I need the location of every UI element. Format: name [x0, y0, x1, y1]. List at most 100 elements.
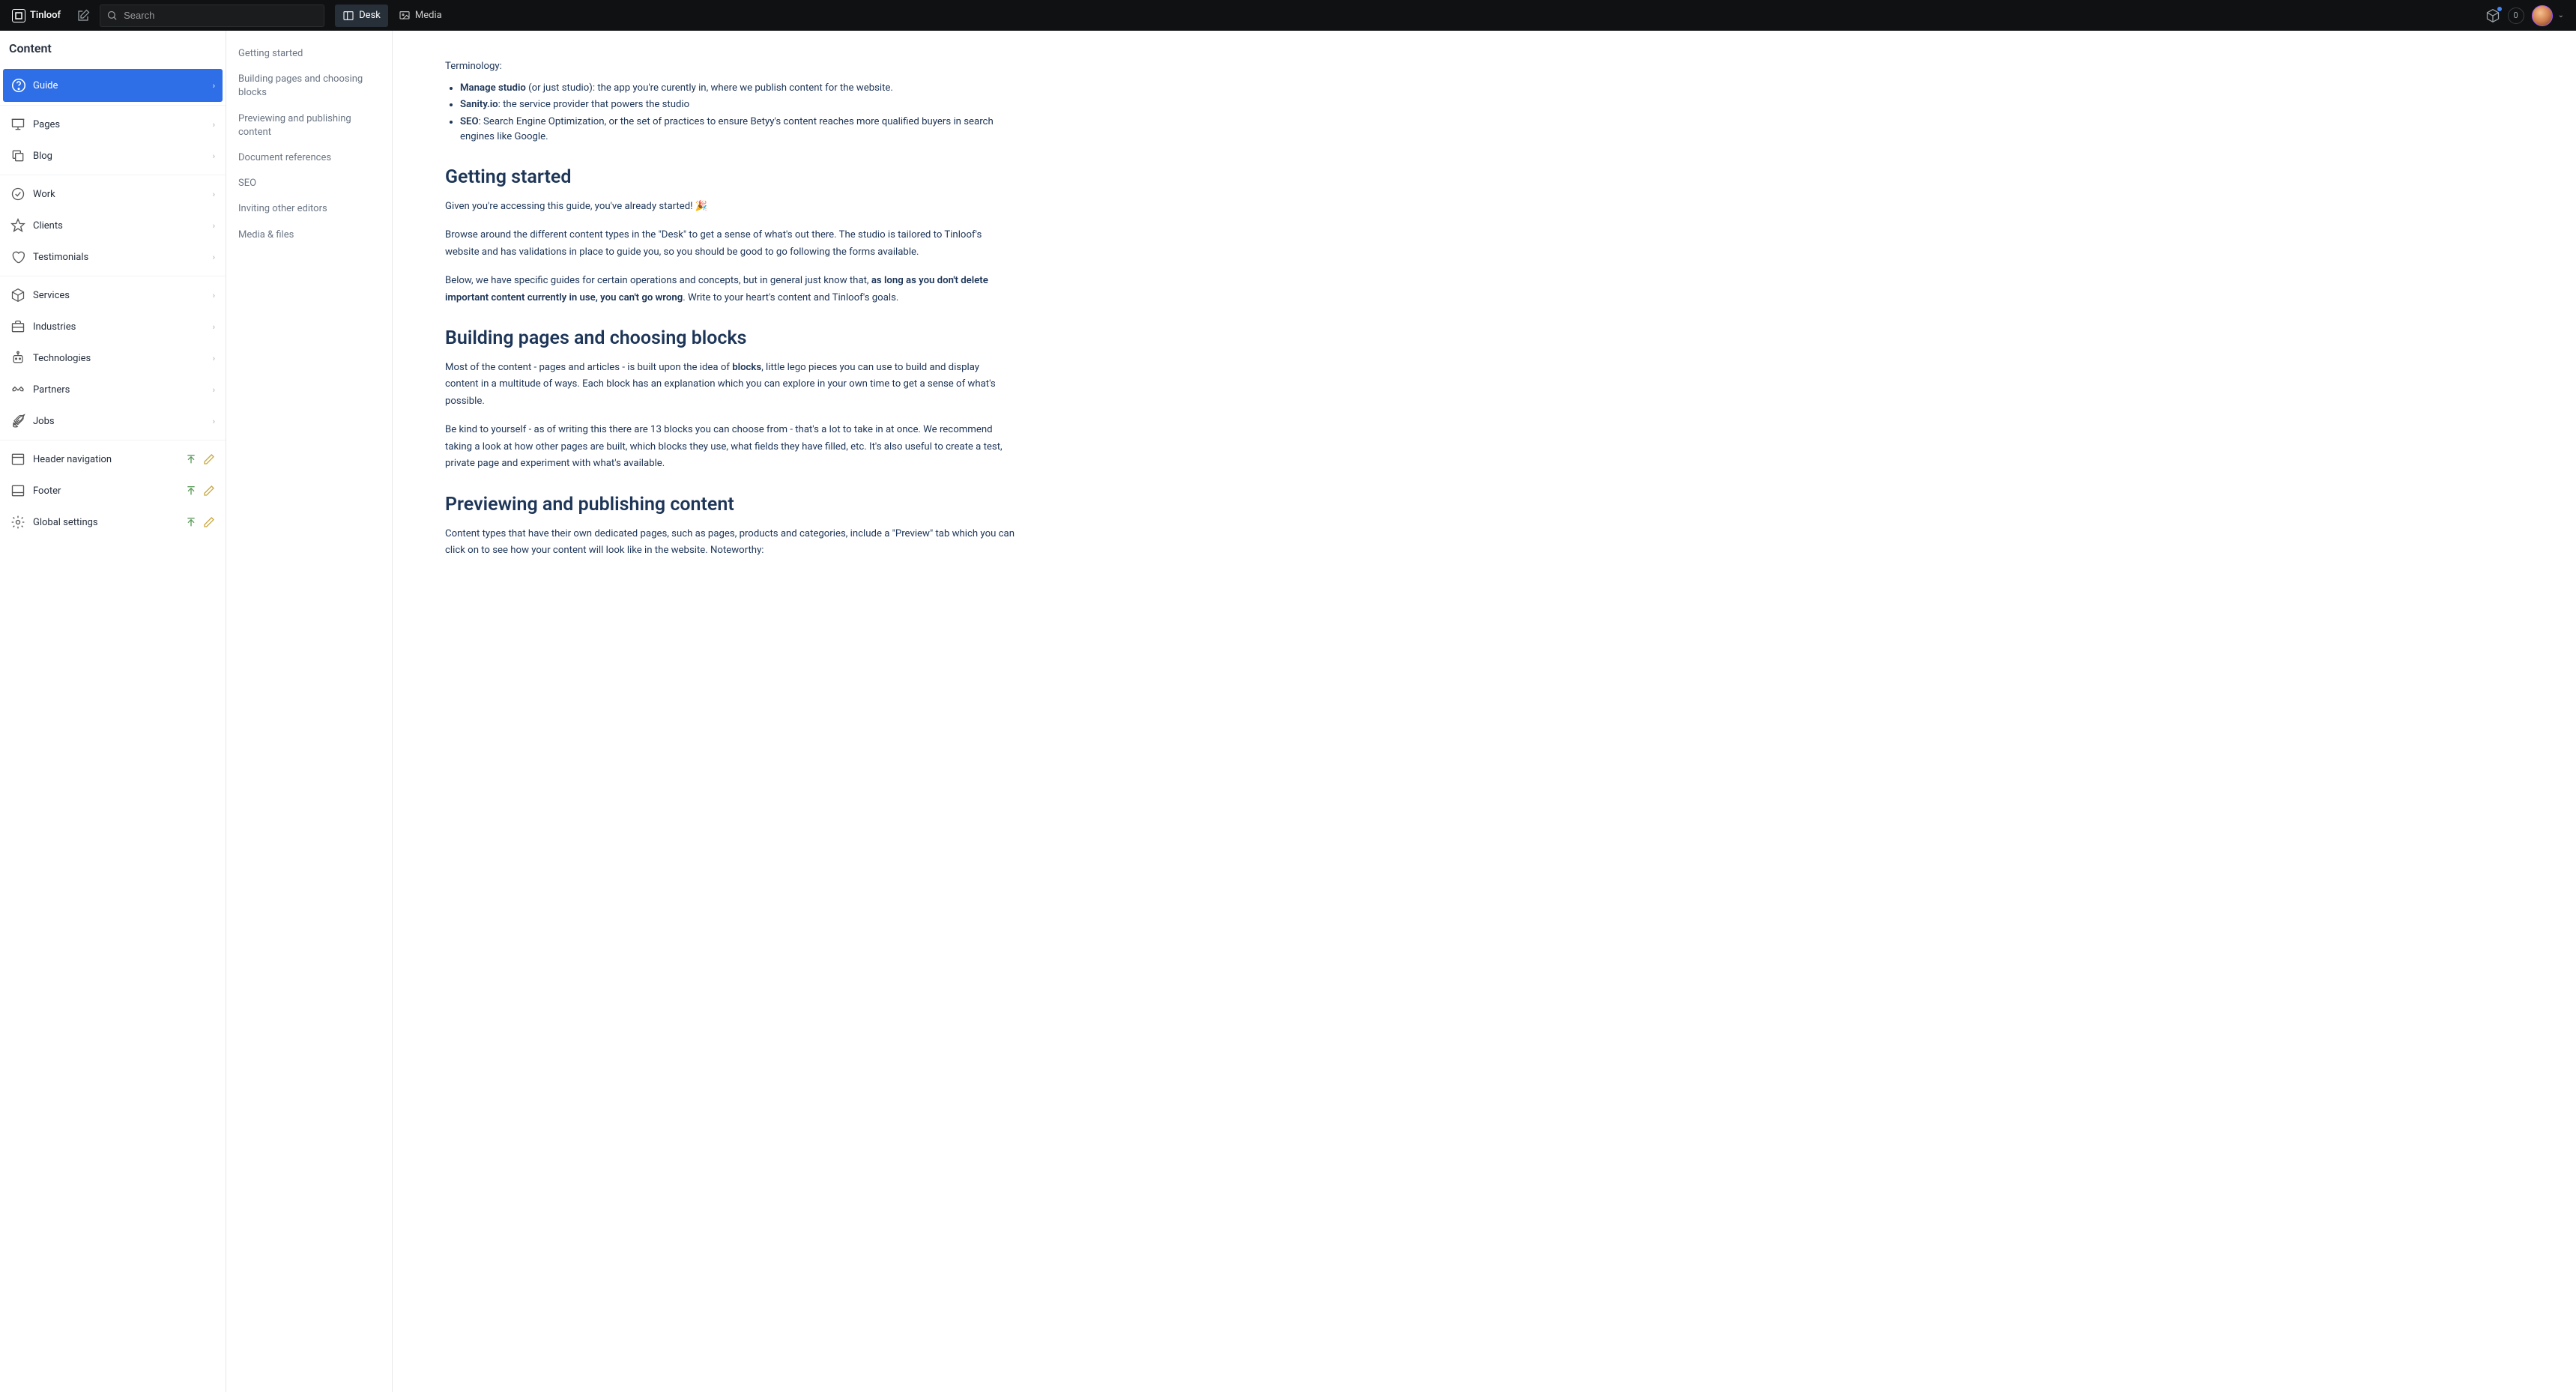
topbar: Tinloof Desk Media 0 ⌄	[0, 0, 2576, 31]
sidebar-item-label: Blog	[33, 151, 213, 162]
sidebar-item-partners[interactable]: Partners›	[3, 374, 223, 405]
sidebar-item-work[interactable]: Work›	[3, 178, 223, 210]
handshake-icon	[10, 382, 33, 397]
toc-item[interactable]: SEO	[234, 171, 384, 196]
help-circle-icon	[10, 77, 33, 94]
package-status-icon[interactable]	[2485, 8, 2500, 23]
presentation-icon	[10, 117, 33, 132]
paragraph: Below, we have specific guides for certa…	[445, 273, 1015, 306]
publish-icon[interactable]	[185, 453, 197, 465]
nav-desk-label: Desk	[359, 10, 381, 21]
media-icon	[399, 10, 411, 22]
robot-icon	[10, 351, 33, 366]
top-nav: Desk Media	[335, 4, 450, 27]
guide-toc: Getting startedBuilding pages and choosi…	[226, 31, 393, 1392]
sidebar-item-services[interactable]: Services›	[3, 279, 223, 311]
sidebar-item-label: Guide	[33, 80, 213, 91]
sidebar-item-label: Testimonials	[33, 252, 213, 263]
search-input[interactable]	[124, 10, 318, 21]
check-circle-icon	[10, 187, 33, 202]
edit-icon[interactable]	[203, 516, 215, 528]
chevron-right-icon: ›	[213, 151, 215, 161]
heart-icon	[10, 249, 33, 264]
toc-item[interactable]: Inviting other editors	[234, 196, 384, 222]
copy-icon	[10, 148, 33, 163]
sidebar-item-label: Header navigation	[33, 454, 185, 465]
user-avatar[interactable]	[2532, 5, 2553, 26]
layout-bottom-icon	[10, 483, 33, 498]
search-box[interactable]	[100, 4, 324, 27]
sidebar-item-label: Industries	[33, 321, 213, 333]
heading-getting-started: Getting started	[445, 166, 1015, 188]
sidebar-item-label: Pages	[33, 119, 213, 130]
sidebar-item-label: Jobs	[33, 416, 213, 427]
sidebar-item-header-nav[interactable]: Header navigation	[3, 444, 223, 475]
sidebar-item-jobs[interactable]: Jobs›	[3, 405, 223, 437]
paragraph: Most of the content - pages and articles…	[445, 360, 1015, 410]
chevron-right-icon: ›	[213, 221, 215, 231]
brand-logo[interactable]: Tinloof	[6, 9, 67, 22]
heading-previewing: Previewing and publishing content	[445, 494, 1015, 515]
sidebar-item-industries[interactable]: Industries›	[3, 311, 223, 342]
terminology-item: Manage studio (or just studio): the app …	[460, 81, 1015, 96]
briefcase-icon	[10, 319, 33, 334]
paragraph: Browse around the different content type…	[445, 227, 1015, 261]
toc-item[interactable]: Document references	[234, 145, 384, 171]
chevron-right-icon: ›	[213, 354, 215, 363]
sidebar-item-label: Work	[33, 189, 213, 200]
sidebar-item-testimonials[interactable]: Testimonials›	[3, 241, 223, 273]
sidebar-item-label: Services	[33, 290, 213, 301]
sidebar-item-technologies[interactable]: Technologies›	[3, 342, 223, 374]
chevron-right-icon: ›	[213, 417, 215, 426]
toc-item[interactable]: Building pages and choosing blocks	[234, 67, 384, 106]
terminology-label: Terminology:	[445, 61, 1015, 72]
notification-dot	[2497, 7, 2502, 11]
sidebar-item-clients[interactable]: Clients›	[3, 210, 223, 241]
count-badge[interactable]: 0	[2508, 7, 2524, 24]
compose-button[interactable]	[71, 4, 95, 28]
sidebar-title: Content	[0, 31, 226, 66]
content-sidebar: Content Guide›Pages›Blog›Work›Clients›Te…	[0, 31, 226, 1392]
nav-media-label: Media	[415, 10, 442, 21]
chevron-right-icon: ›	[213, 322, 215, 332]
brand-name: Tinloof	[30, 10, 61, 21]
chevron-right-icon: ›	[213, 81, 215, 91]
avatar-chevron-icon[interactable]: ⌄	[2558, 11, 2564, 19]
topbar-right: 0 ⌄	[2485, 5, 2570, 26]
sidebar-item-label: Technologies	[33, 353, 213, 364]
sidebar-item-pages[interactable]: Pages›	[3, 109, 223, 140]
edit-icon[interactable]	[203, 453, 215, 465]
toc-item[interactable]: Previewing and publishing content	[234, 106, 384, 145]
sidebar-item-footer[interactable]: Footer	[3, 475, 223, 506]
paragraph: Given you're accessing this guide, you'v…	[445, 199, 1015, 215]
toc-item[interactable]: Getting started	[234, 41, 384, 67]
edit-icon[interactable]	[203, 485, 215, 497]
package-icon	[10, 288, 33, 303]
star-icon	[10, 218, 33, 233]
publish-icon[interactable]	[185, 516, 197, 528]
sidebar-item-label: Footer	[33, 485, 185, 497]
sidebar-item-label: Clients	[33, 220, 213, 232]
chevron-right-icon: ›	[213, 385, 215, 395]
paragraph: Content types that have their own dedica…	[445, 526, 1015, 560]
chevron-right-icon: ›	[213, 190, 215, 199]
toc-item[interactable]: Media & files	[234, 223, 384, 248]
nav-desk[interactable]: Desk	[335, 4, 388, 27]
layout-top-icon	[10, 452, 33, 467]
chevron-right-icon: ›	[213, 291, 215, 300]
sidebar-item-guide[interactable]: Guide›	[3, 69, 223, 102]
search-icon	[106, 10, 118, 21]
sidebar-item-blog[interactable]: Blog›	[3, 140, 223, 172]
terminology-list: Manage studio (or just studio): the app …	[445, 81, 1015, 145]
sidebar-item-global-settings[interactable]: Global settings	[3, 506, 223, 538]
gear-icon	[10, 515, 33, 530]
desk-icon	[342, 10, 354, 22]
nav-media[interactable]: Media	[391, 4, 450, 27]
chevron-right-icon: ›	[213, 252, 215, 262]
publish-icon[interactable]	[185, 485, 197, 497]
document-content: Terminology: Manage studio (or just stud…	[393, 31, 2576, 1392]
logo-icon	[12, 9, 25, 22]
rocket-icon	[10, 414, 33, 429]
sidebar-item-label: Partners	[33, 384, 213, 396]
chevron-right-icon: ›	[213, 120, 215, 130]
